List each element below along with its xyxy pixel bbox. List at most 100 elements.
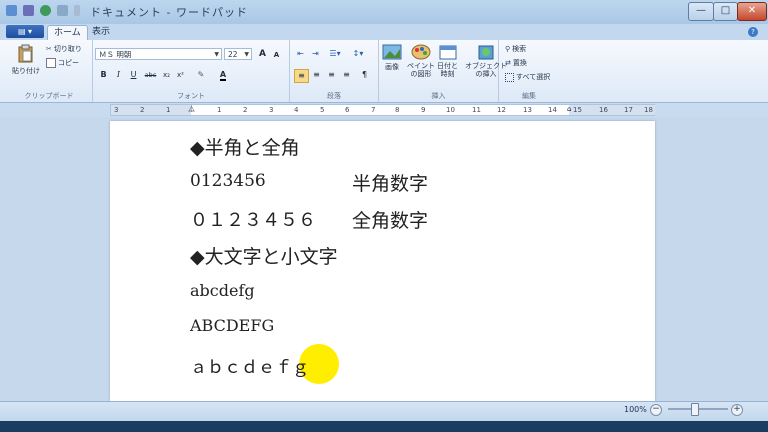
align-left-icon[interactable]: ≡ xyxy=(294,69,309,83)
ruler-tick: 16 xyxy=(599,106,608,114)
increase-indent-icon[interactable]: ⇥ xyxy=(309,48,322,60)
zoom-out-button[interactable]: − xyxy=(650,404,662,416)
doc-line-halfwidth-digits: 0123456 xyxy=(190,171,266,191)
editing-group-label: 編集 xyxy=(522,92,536,100)
font-color-button[interactable]: A xyxy=(214,69,232,81)
font-family-select[interactable]: ＭＳ 明朝 ▼ xyxy=(95,48,222,60)
replace-icon: ⇄ xyxy=(505,59,511,67)
highlighter-icon: ✎ xyxy=(197,70,205,79)
chevron-down-icon: ▼ xyxy=(244,51,249,58)
align-right-icon[interactable]: ≡ xyxy=(325,69,338,81)
zoom-level: 100% xyxy=(624,405,647,414)
file-menu-button[interactable]: ▤ ▾ xyxy=(6,25,44,38)
datetime-button[interactable]: 日付と 時刻 xyxy=(437,44,458,78)
justify-icon[interactable]: ≡ xyxy=(340,69,353,81)
save-icon[interactable] xyxy=(23,5,34,16)
ruler-right-indent-marker[interactable]: ⌂ xyxy=(567,105,571,114)
italic-button[interactable]: I xyxy=(112,69,125,81)
copy-label: コピー xyxy=(58,59,79,67)
object-icon xyxy=(478,45,494,60)
tab-home[interactable]: ホーム xyxy=(47,25,88,40)
ruler-tick: 5 xyxy=(320,106,325,114)
customize-qat-icon[interactable] xyxy=(74,5,80,16)
doc-line-halfwidth-label: 半角数字 xyxy=(352,173,429,195)
paste-button[interactable]: 貼り付け xyxy=(12,44,40,76)
select-all-label: すべて選択 xyxy=(516,73,551,81)
find-button[interactable]: ⚲ 検索 xyxy=(505,44,526,54)
replace-button[interactable]: ⇄ 置換 xyxy=(505,58,527,68)
doc-line-lowercase: abcdefg xyxy=(190,281,255,300)
ruler[interactable]: 3 2 1 ⏅ 1 2 3 4 5 6 7 8 9 10 11 12 13 14… xyxy=(110,104,655,116)
ruler-tick: 4 xyxy=(294,106,299,114)
font-group-label: フォント xyxy=(177,92,205,100)
line-spacing-icon[interactable]: ↕▾ xyxy=(349,48,367,60)
ruler-tick: 9 xyxy=(421,106,426,114)
cut-button[interactable]: ✂ 切り取り xyxy=(46,44,82,54)
doc-line-uppercase: ABCDEFG xyxy=(190,316,275,335)
insert-group-label: 挿入 xyxy=(431,92,446,100)
tab-view[interactable]: 表示 xyxy=(86,25,116,40)
ruler-margin-left xyxy=(111,105,191,115)
taskbar xyxy=(0,421,768,432)
ruler-tick: 12 xyxy=(497,106,506,114)
paragraph-group-label: 段落 xyxy=(327,92,341,100)
zoom-slider-thumb[interactable] xyxy=(691,403,699,416)
paint-drawing-button[interactable]: ペイント の図形 xyxy=(407,44,435,78)
insert-group: 画像 ペイント の図形 日付と 時刻 オブジェクト の挿入 挿入 xyxy=(379,40,507,102)
datetime-label: 日付と 時刻 xyxy=(437,62,458,78)
font-color-icon: A xyxy=(219,70,227,81)
zoom-in-button[interactable]: + xyxy=(731,404,743,416)
ruler-tick: 3 xyxy=(269,106,274,114)
grow-font-button[interactable]: A xyxy=(256,48,269,60)
copy-button[interactable]: コピー xyxy=(46,58,79,68)
replace-label: 置換 xyxy=(512,59,527,67)
paragraph-settings-icon[interactable]: ¶ xyxy=(358,69,371,81)
highlight-color-button[interactable]: ✎ xyxy=(192,69,210,81)
ruler-tick: 2 xyxy=(140,106,145,114)
ruler-tick: 15 xyxy=(573,106,582,114)
chevron-down-icon: ▼ xyxy=(214,51,219,58)
clipboard-group: 貼り付け ✂ 切り取り コピー クリップボード xyxy=(6,40,93,102)
paste-label: 貼り付け xyxy=(12,67,40,75)
ruler-indent-marker[interactable]: ⏅ xyxy=(188,105,195,114)
ruler-tick: 6 xyxy=(345,106,350,114)
superscript-button[interactable]: x² xyxy=(174,69,187,81)
select-all-button[interactable]: すべて選択 xyxy=(505,72,550,82)
align-center-icon[interactable]: ≡ xyxy=(310,69,323,81)
font-size-select[interactable]: 22 ▼ xyxy=(224,48,252,60)
clipboard-group-label: クリップボード xyxy=(24,92,74,100)
undo-icon[interactable] xyxy=(40,5,51,16)
bullets-icon[interactable]: ☰▾ xyxy=(326,48,344,60)
redo-icon[interactable] xyxy=(57,5,68,16)
app-icon[interactable] xyxy=(6,5,17,16)
strikethrough-button[interactable]: abc xyxy=(143,69,158,81)
paint-palette-icon xyxy=(411,44,431,60)
picture-button[interactable]: 画像 xyxy=(382,44,402,72)
font-group: ＭＳ 明朝 ▼ 22 ▼ A A B I U abc x₂ x² ✎ A フォン… xyxy=(93,40,290,102)
ruler-tick: 14 xyxy=(548,106,557,114)
maximize-button[interactable]: □ xyxy=(713,2,738,21)
paragraph-group: ⇤ ⇥ ☰▾ ↕▾ ≡ ≡ ≡ ≡ ¶ 段落 xyxy=(290,40,379,102)
title-bar: ドキュメント - ワードパッド — □ ✕ xyxy=(0,0,768,24)
shrink-font-button[interactable]: A xyxy=(270,49,283,61)
select-all-icon xyxy=(505,72,514,82)
ruler-tick: 18 xyxy=(644,106,653,114)
ruler-tick: 8 xyxy=(395,106,400,114)
ruler-tick: 7 xyxy=(371,106,376,114)
scissors-icon: ✂ xyxy=(46,45,52,53)
underline-button[interactable]: U xyxy=(127,69,140,81)
ruler-tick: 3 xyxy=(114,106,119,114)
paste-icon xyxy=(18,44,33,63)
wordpad-window: ドキュメント - ワードパッド — □ ✕ ▤ ▾ ホーム 表示 ? 貼り付け … xyxy=(0,0,768,432)
bold-button[interactable]: B xyxy=(97,69,110,81)
paint-drawing-label: ペイント の図形 xyxy=(407,62,435,78)
doc-line-heading-1: ◆半角と全角 xyxy=(190,137,300,159)
decrease-indent-icon[interactable]: ⇤ xyxy=(294,48,307,60)
close-button[interactable]: ✕ xyxy=(737,2,767,21)
doc-line-fullwidth-digits: ０１２３４５６ xyxy=(190,210,316,231)
ruler-tick: 13 xyxy=(523,106,532,114)
help-icon[interactable]: ? xyxy=(748,27,758,37)
minimize-button[interactable]: — xyxy=(688,2,714,21)
subscript-button[interactable]: x₂ xyxy=(160,69,173,81)
document-page[interactable]: ◆半角と全角 0123456 半角数字 ０１２３４５６ 全角数字 ◆大文字と小文… xyxy=(110,121,655,401)
